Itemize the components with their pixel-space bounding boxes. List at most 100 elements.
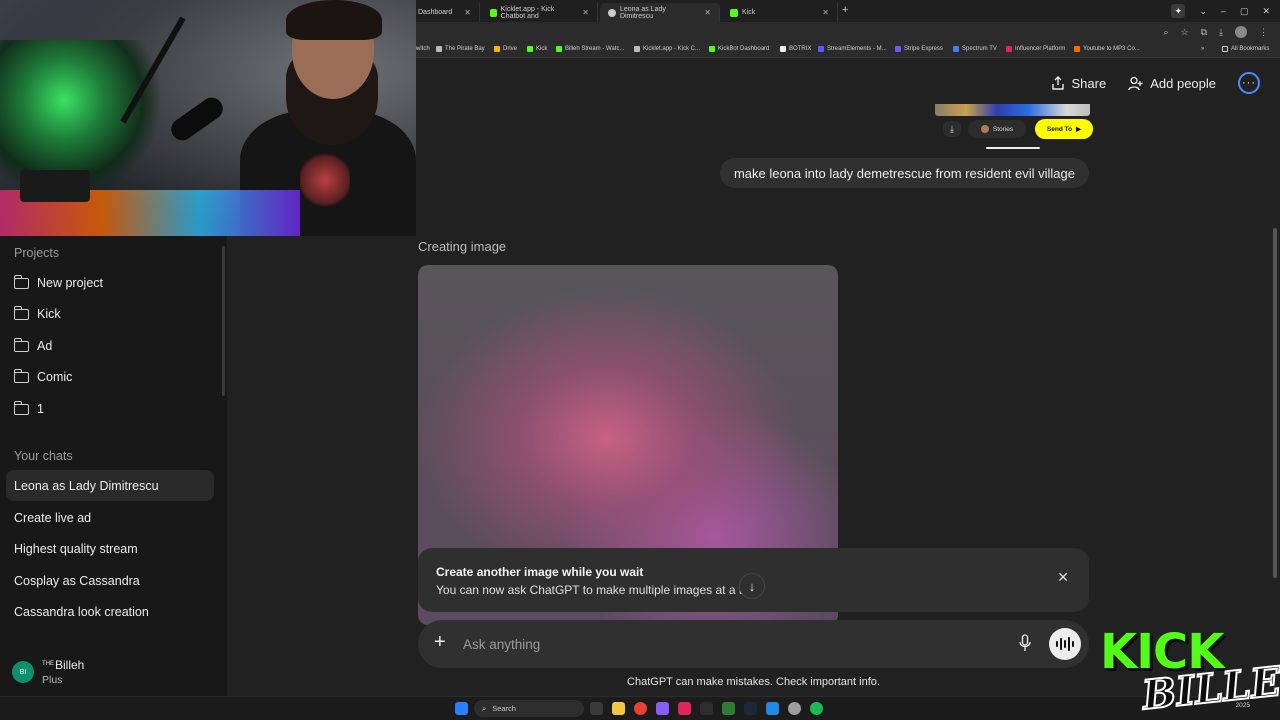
- attach-plus-icon[interactable]: +: [434, 631, 446, 654]
- tab-leona-chat-label: Leona as Lady Dimitrescu: [619, 5, 666, 20]
- tab-kick-label: Kick: [742, 9, 756, 16]
- sidebar-item-project-comic[interactable]: Comic: [13, 367, 73, 387]
- bookmark-item[interactable]: witch: [416, 46, 430, 52]
- add-person-icon: [1128, 76, 1143, 90]
- taskbar: ⌕ Search 2025: [0, 696, 1280, 720]
- bookmark-item[interactable]: The Pirate Bay: [436, 46, 485, 52]
- chat-item-cosplay[interactable]: Cosplay as Cassandra: [6, 565, 214, 596]
- profile-plan: Plus: [42, 674, 63, 686]
- download-icon: ⤓: [943, 121, 961, 137]
- bookmark-item[interactable]: Youtube to MP3 Co...: [1074, 46, 1140, 52]
- tab-kicklet[interactable]: Kicklet.app - Kick Chatbot and ✕: [482, 3, 598, 22]
- zoom-icon[interactable]: ⌕: [1163, 27, 1168, 38]
- task-view-icon[interactable]: [590, 702, 603, 715]
- share-icon: [1051, 76, 1064, 90]
- app-icon[interactable]: [766, 702, 779, 715]
- bookmark-item[interactable]: Drive: [494, 46, 517, 52]
- bookmark-star-icon[interactable]: ☆: [1181, 27, 1189, 38]
- file-explorer-icon[interactable]: [612, 702, 625, 715]
- home-indicator: [986, 147, 1040, 149]
- sidebar-scrollbar[interactable]: [222, 246, 225, 396]
- browser-menu-icon[interactable]: ⋮: [1259, 27, 1268, 38]
- scroll-down-button[interactable]: ↓: [739, 573, 765, 599]
- play-arrow-icon: ▶: [1076, 126, 1082, 133]
- sidebar-item-project-ad[interactable]: Ad: [13, 336, 52, 356]
- folder-plus-icon: [13, 274, 29, 289]
- chat-item-cassandra-look[interactable]: Cassandra look creation: [6, 596, 214, 627]
- voice-mode-button[interactable]: [1049, 628, 1081, 660]
- kick-favicon-icon: [490, 8, 497, 17]
- sidebar-item-label: Comic: [37, 370, 73, 384]
- sidebar-item-project-1[interactable]: 1: [13, 399, 44, 419]
- kick-icon: [556, 46, 562, 52]
- windows-start-icon[interactable]: [455, 702, 468, 715]
- tab-leona-chat[interactable]: Leona as Lady Dimitrescu ✕: [600, 3, 720, 22]
- microphone-icon[interactable]: [1019, 634, 1031, 652]
- share-button[interactable]: Share: [1051, 76, 1106, 91]
- chats-heading: Your chats: [14, 449, 73, 463]
- close-tab-icon[interactable]: ✕: [822, 8, 829, 17]
- drive-icon: [494, 46, 500, 52]
- new-tab-icon[interactable]: +: [842, 4, 848, 16]
- bookmark-item[interactable]: Billeh Stream - Watc...: [556, 46, 624, 52]
- taskbar-search[interactable]: ⌕ Search: [474, 700, 584, 717]
- all-bookmarks[interactable]: All Bookmarks: [1222, 46, 1269, 52]
- bookmark-item[interactable]: Stripe Express: [895, 46, 943, 52]
- close-icon[interactable]: ✕: [1057, 569, 1069, 586]
- bookmarks-overflow-icon[interactable]: »: [1201, 46, 1204, 52]
- bookmark-item[interactable]: Kicklet.app - Kick C...: [634, 46, 700, 52]
- app-icon[interactable]: [722, 702, 735, 715]
- terminal-icon[interactable]: [700, 702, 713, 715]
- profile-menu[interactable]: BI THEBilleh Plus: [0, 648, 227, 696]
- chatgpt-favicon-icon: [608, 8, 616, 17]
- more-options-icon[interactable]: ···: [1238, 72, 1260, 94]
- prompt-input[interactable]: [463, 633, 1003, 655]
- tab-dashboard[interactable]: Dashboard ✕: [410, 3, 480, 22]
- close-tab-icon[interactable]: ✕: [464, 8, 471, 17]
- bookmark-item[interactable]: BOTRIX: [780, 46, 811, 52]
- folder-icon: [1222, 46, 1228, 52]
- add-people-label: Add people: [1150, 75, 1216, 91]
- chrome-icon[interactable]: [634, 702, 647, 715]
- bookmark-item[interactable]: Spectrum TV: [953, 46, 997, 52]
- download-icon[interactable]: ⤓: [1219, 27, 1223, 38]
- folder-icon: [13, 305, 29, 320]
- stream-deck: [20, 170, 90, 202]
- steam-icon[interactable]: [744, 702, 757, 715]
- add-people-button[interactable]: Add people: [1128, 76, 1216, 91]
- influencer-icon: [1006, 46, 1012, 52]
- app-icon[interactable]: [678, 702, 691, 715]
- profile-name: THEBilleh: [42, 658, 85, 672]
- app-icon[interactable]: [656, 702, 669, 715]
- extensions-icon[interactable]: ⧉: [1201, 27, 1207, 38]
- minimize-icon[interactable]: –: [1221, 6, 1226, 16]
- streamer-hair: [286, 0, 382, 40]
- bookmark-item[interactable]: Influencer Platform: [1006, 46, 1065, 52]
- taskbar-search-label: Search: [492, 704, 516, 713]
- sidebar-item-project-kick[interactable]: Kick: [13, 304, 61, 324]
- chat-item-leona[interactable]: Leona as Lady Dimitrescu: [6, 470, 214, 501]
- settings-icon[interactable]: [788, 702, 801, 715]
- browser-profile-icon[interactable]: [1235, 26, 1247, 38]
- streamelements-icon: [818, 46, 824, 52]
- maximize-icon[interactable]: ▢: [1240, 6, 1249, 17]
- bookmark-item[interactable]: Kick: [527, 46, 547, 52]
- gemini-icon[interactable]: ✦: [1171, 4, 1186, 18]
- thumbnail-strip: [935, 104, 1090, 116]
- stripe-icon: [895, 46, 901, 52]
- webcam-overlay: [0, 0, 416, 236]
- main-scrollbar[interactable]: [1273, 228, 1277, 578]
- rgb-pc-lights: [0, 40, 160, 190]
- tab-kick[interactable]: Kick ✕: [722, 3, 838, 22]
- chat-item-live-ad[interactable]: Create live ad: [6, 502, 214, 533]
- spotify-icon[interactable]: [810, 702, 823, 715]
- close-tab-icon[interactable]: ✕: [582, 8, 589, 17]
- chat-item-stream-quality[interactable]: Highest quality stream: [6, 533, 214, 564]
- sidebar-item-new-project[interactable]: New project: [13, 273, 103, 293]
- close-tab-icon[interactable]: ✕: [704, 8, 711, 17]
- bookmark-item[interactable]: KickBot Dashboard: [709, 46, 769, 52]
- window-close-icon[interactable]: ✕: [1262, 6, 1270, 17]
- tab-search-icon[interactable]: ⌄: [1199, 6, 1207, 17]
- uploaded-screenshot-preview[interactable]: ⤓ Stories Send To ▶: [935, 104, 1093, 150]
- bookmark-item[interactable]: StreamElements - M...: [818, 46, 887, 52]
